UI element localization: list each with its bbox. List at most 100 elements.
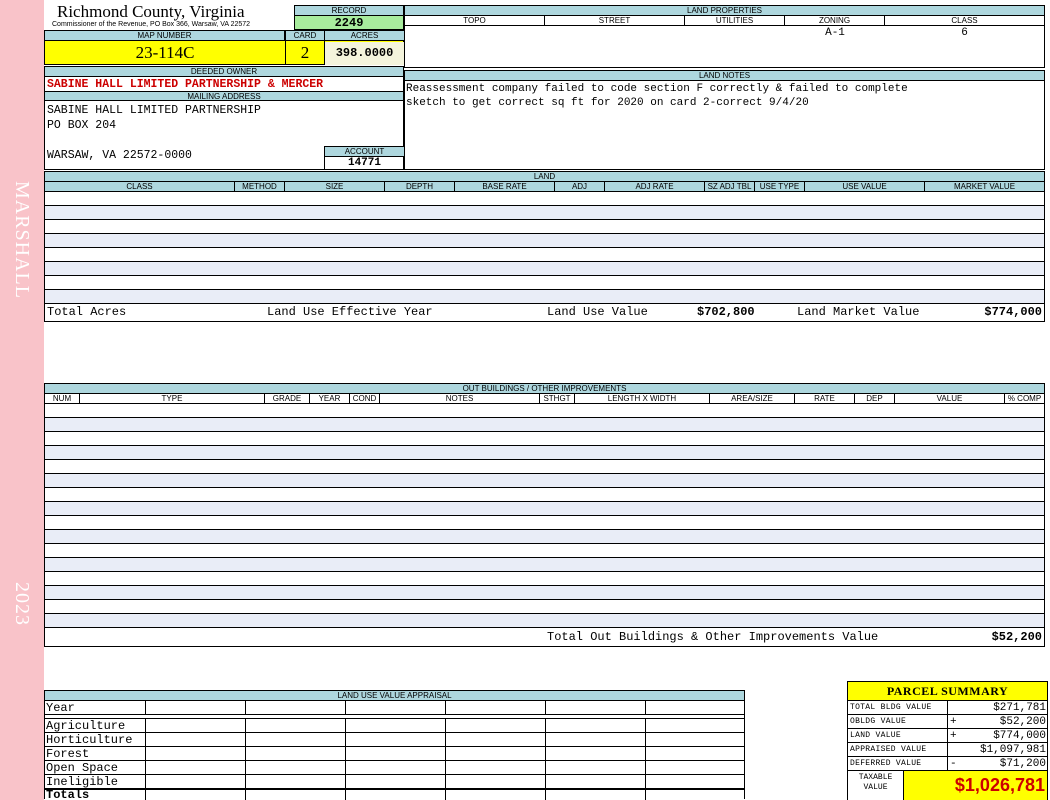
land-use-value-label: Land Use Value — [547, 305, 648, 319]
col-area-size: AREA/SIZE — [710, 394, 795, 403]
outbuildings-total-value: $52,200 — [991, 630, 1042, 644]
land-notes-box: LAND NOTES Reassessment company failed t… — [404, 70, 1045, 170]
summary-row-obldg: OBLDG VALUE + $52,200 — [848, 715, 1048, 729]
acres-value: 398.0000 — [325, 42, 404, 65]
appraisal-row-open-space: Open Space — [45, 761, 745, 775]
outbuildings-total: Total Out Buildings & Other Improvements… — [45, 628, 1044, 646]
col-notes: NOTES — [380, 394, 540, 403]
land-notes-label: LAND NOTES — [405, 71, 1044, 81]
outbuildings-total-label: Total Out Buildings & Other Improvements… — [547, 630, 879, 644]
parcel-summary-title: PARCEL SUMMARY — [848, 682, 1047, 701]
col-use-type: USE TYPE — [755, 182, 805, 191]
summary-row-land: LAND VALUE + $774,000 — [848, 729, 1048, 743]
taxable-label: TAXABLE VALUE — [858, 773, 893, 792]
appraisal-row-year: Year — [45, 701, 745, 715]
col-class: CLASS — [45, 182, 235, 191]
class-value: 6 — [961, 27, 968, 39]
note-line: sketch to get correct sq ft for 2020 on … — [406, 97, 809, 109]
district-label: MARSHALL — [11, 180, 33, 299]
mailing-address-label: MAILING ADDRESS — [45, 91, 403, 101]
col-market-value: MARKET VALUE — [953, 182, 1016, 191]
appraisal-row-ineligible: Ineligible — [45, 775, 745, 789]
outbuildings-header: NUM TYPE GRADE YEAR COND NOTES STHGT LEN… — [45, 394, 1044, 404]
deeded-owner-label: DEEDED OWNER — [45, 67, 403, 77]
col-value: VALUE — [895, 394, 1005, 403]
col-method: METHOD — [235, 182, 285, 191]
side-strip: MARSHALL 2023 — [0, 0, 44, 800]
map-number-label: MAP NUMBER — [45, 31, 285, 41]
outbuildings-table: OUT BUILDINGS / OTHER IMPROVEMENTS NUM T… — [44, 383, 1045, 647]
appraisal-row-agriculture: Agriculture — [45, 719, 745, 733]
col-type: TYPE — [80, 394, 265, 403]
col-adj-rate: ADJ RATE — [605, 182, 705, 191]
year-label: 2023 — [11, 582, 33, 626]
appraisal-row-horticulture: Horticulture — [45, 733, 745, 747]
taxable-value: $1,026,781 — [903, 771, 1047, 800]
col-rate: RATE — [795, 394, 855, 403]
map-box: MAP NUMBER 23-114C CARD 2 ACRES 398.0000 — [44, 30, 404, 65]
col-adj: ADJ — [555, 182, 605, 191]
taxable-row: TAXABLE VALUE $1,026,781 — [848, 771, 1047, 800]
outbuildings-label: OUT BUILDINGS / OTHER IMPROVEMENTS — [45, 384, 1044, 394]
mailing-line: WARSAW, VA 22572-0000 — [47, 149, 192, 162]
record-value: 2249 — [334, 16, 364, 30]
note-line: Reassessment company failed to code sect… — [406, 83, 908, 95]
col-street: STREET — [545, 16, 685, 25]
record-box: RECORD 2249 — [294, 5, 404, 30]
card-number: 2 — [300, 43, 310, 62]
mailing-line: SABINE HALL LIMITED PARTNERSHIP — [47, 104, 261, 117]
col-year: YEAR — [310, 394, 350, 403]
account-box: ACCOUNT 14771 — [324, 146, 404, 170]
col-dep: DEP — [855, 394, 895, 403]
record-label: RECORD — [295, 6, 403, 16]
col-sthgt: STHGT — [540, 394, 575, 403]
land-properties-label: LAND PROPERTIES — [405, 6, 1044, 16]
col-num: NUM — [45, 394, 80, 403]
col-cond: COND — [350, 394, 380, 403]
summary-row-appraised: APPRAISED VALUE $1,097,981 — [848, 743, 1048, 757]
land-use-value: $702,800 — [697, 305, 755, 319]
mailing-line: PO BOX 204 — [47, 119, 117, 132]
land-rows — [45, 192, 1044, 304]
col-sz-adj-tbl: SZ ADJ TBL — [705, 182, 755, 191]
county-title: Richmond County, Virginia — [57, 2, 245, 21]
zoning-value: A-1 — [825, 27, 845, 39]
land-table-header: CLASS METHOD SIZE DEPTH BASE RATE ADJ AD… — [45, 182, 1044, 192]
appraisal-row-totals: Totals — [45, 789, 745, 800]
land-market-value-label: Land Market Value — [797, 305, 920, 319]
account-label: ACCOUNT — [325, 147, 404, 157]
col-topo: TOPO — [405, 16, 545, 25]
owner-box: DEEDED OWNER SABINE HALL LIMITED PARTNER… — [44, 66, 404, 170]
col-size: SIZE — [285, 182, 385, 191]
land-use-year-label: Land Use Effective Year — [267, 305, 433, 319]
deeded-owner: SABINE HALL LIMITED PARTNERSHIP & MERCER — [47, 78, 324, 91]
land-use-appraisal: LAND USE VALUE APPRAISAL Year Agricultur… — [44, 690, 745, 800]
col-length-width: LENGTH X WIDTH — [575, 394, 710, 403]
col-base-rate: BASE RATE — [455, 182, 555, 191]
col-depth: DEPTH — [385, 182, 455, 191]
card-label: CARD — [286, 31, 324, 41]
commissioner-address: Commissioner of the Revenue, PO Box 366,… — [52, 21, 251, 28]
land-label: LAND — [45, 172, 1044, 182]
land-totals: Total Acres Land Use Effective Year Land… — [45, 304, 1044, 321]
col-pct-comp: % COMP — [1007, 394, 1042, 403]
land-properties-header: TOPO STREET UTILITIES ZONING CLASS — [405, 16, 1044, 26]
land-use-appraisal-label: LAND USE VALUE APPRAISAL — [45, 691, 744, 701]
appraisal-row-forest: Forest — [45, 747, 745, 761]
map-number: 23-114C — [135, 43, 195, 62]
col-zoning: ZONING — [785, 16, 885, 25]
mailing-address: SABINE HALL LIMITED PARTNERSHIP PO BOX 2… — [47, 103, 261, 163]
account-number: 14771 — [347, 157, 381, 169]
col-use-value: USE VALUE — [805, 182, 925, 191]
summary-row-deferred: DEFERRED VALUE - $71,200 — [848, 757, 1048, 771]
land-table: LAND CLASS METHOD SIZE DEPTH BASE RATE A… — [44, 171, 1045, 322]
total-acres-label: Total Acres — [47, 305, 127, 319]
land-properties-box: LAND PROPERTIES TOPO STREET UTILITIES ZO… — [404, 5, 1045, 68]
outbuildings-rows — [45, 404, 1044, 628]
col-grade: GRADE — [265, 394, 310, 403]
col-class: CLASS — [951, 16, 978, 25]
acres-label: ACRES — [325, 31, 404, 41]
land-notes-text: Reassessment company failed to code sect… — [406, 82, 908, 110]
mailing-line — [47, 133, 261, 148]
parcel-summary: PARCEL SUMMARY TOTAL BLDG VALUE $271,781… — [847, 681, 1048, 800]
